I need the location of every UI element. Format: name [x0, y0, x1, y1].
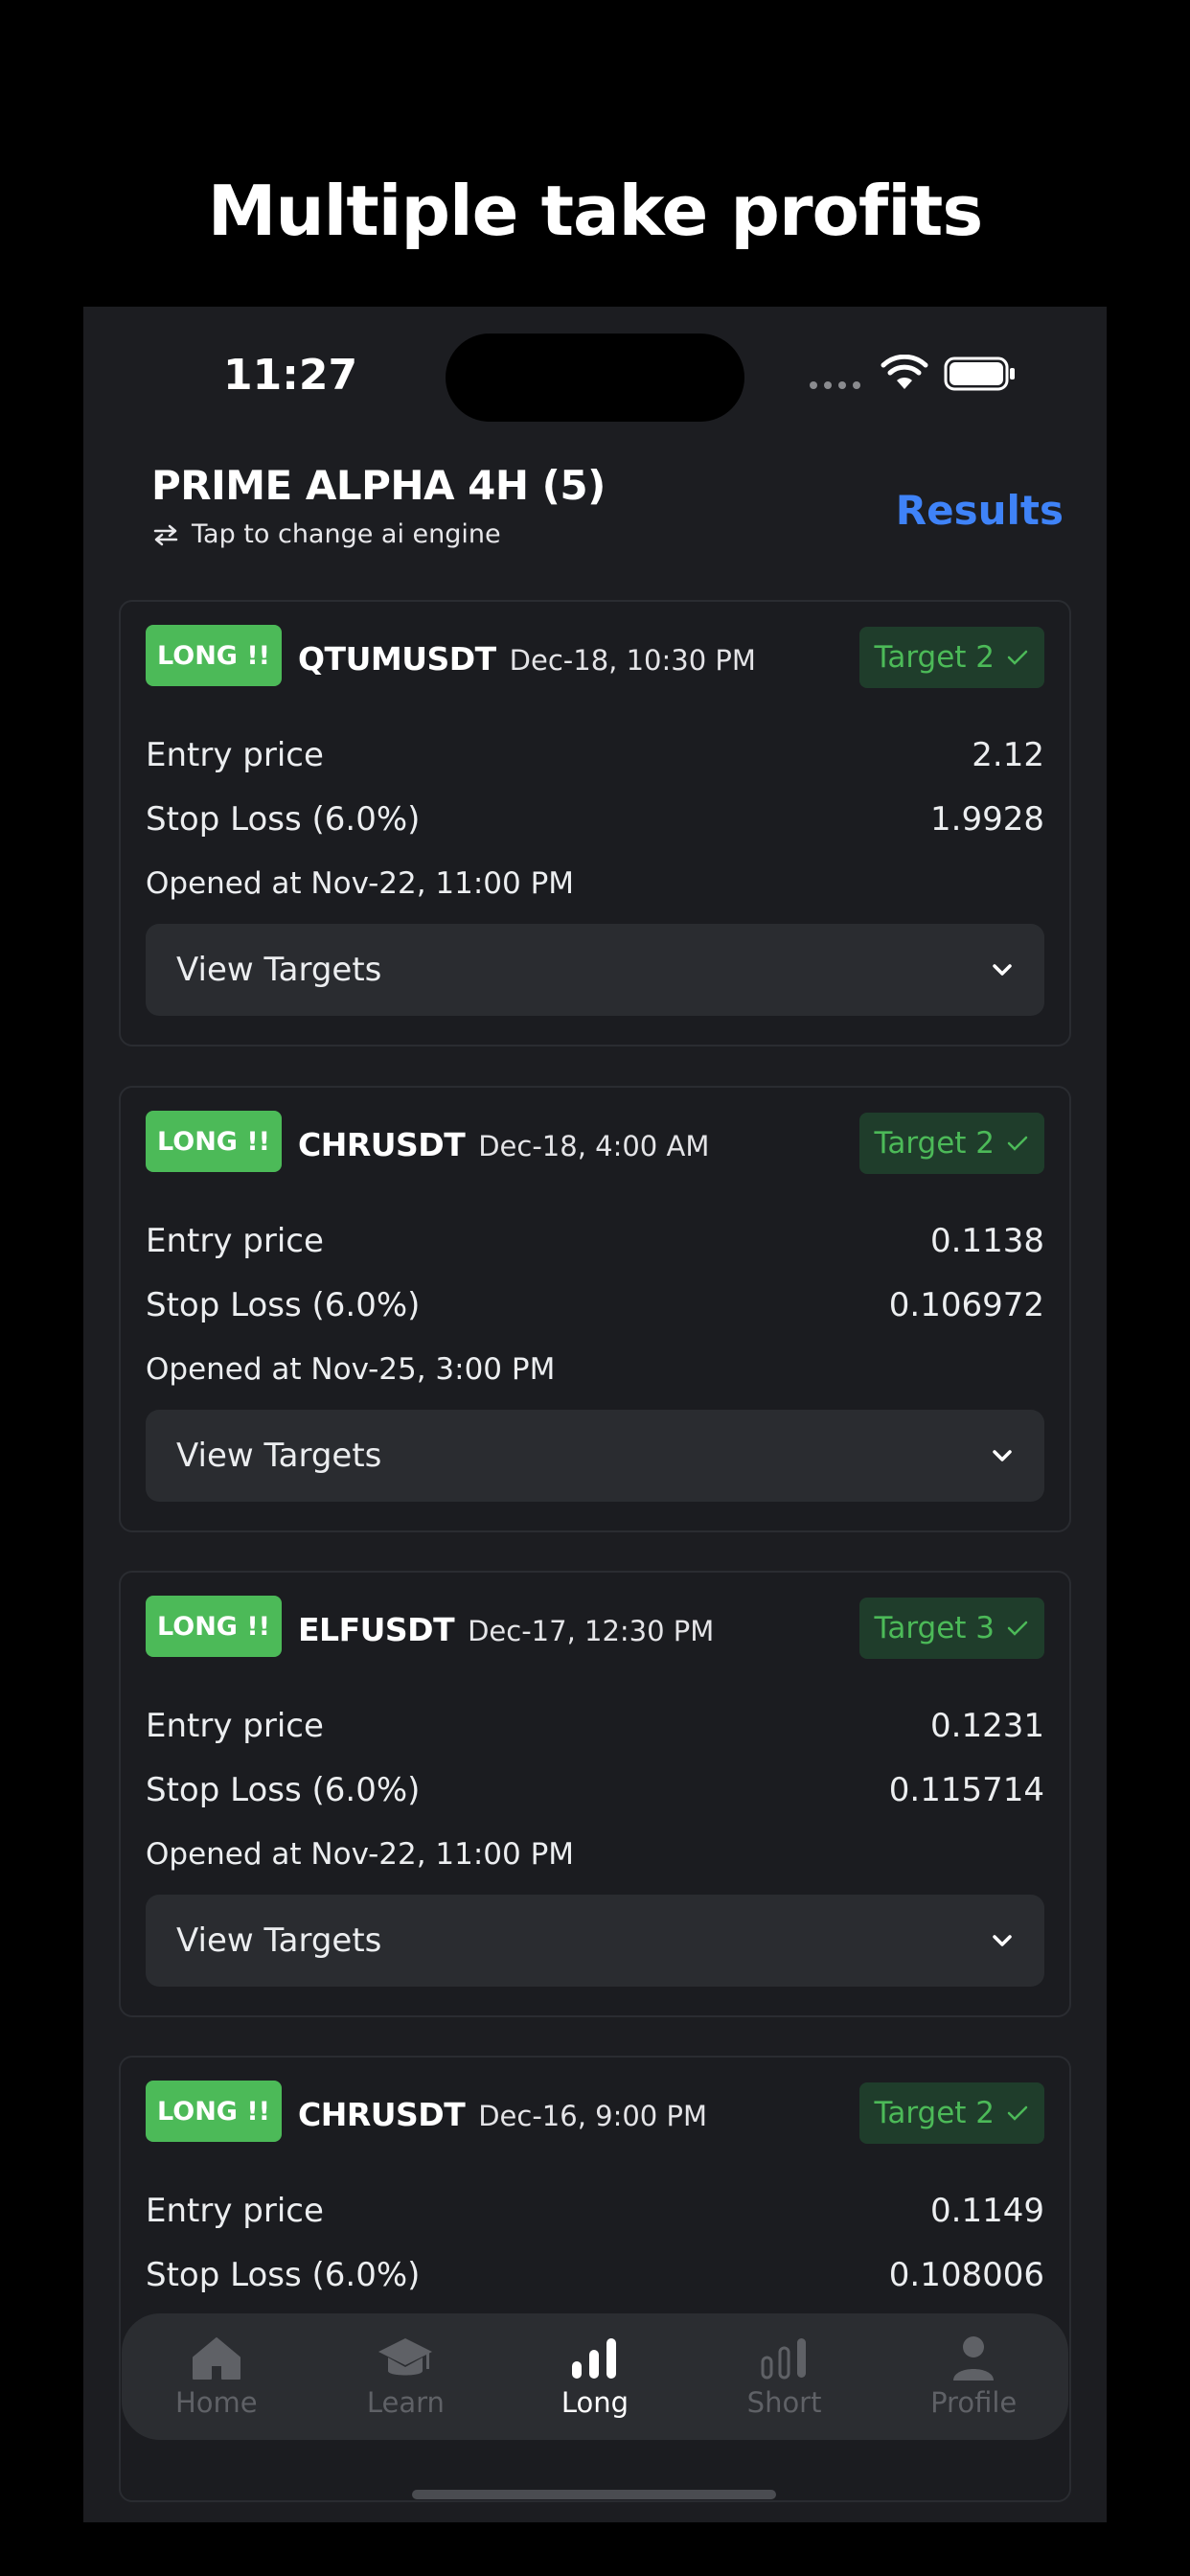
tab-learn[interactable]: Learn	[319, 2334, 492, 2419]
entry-price-row: Entry price 2.12	[146, 736, 1044, 774]
chevron-down-icon	[993, 964, 1012, 976]
signal-date: Dec-18, 4:00 AM	[478, 1130, 710, 1162]
view-targets-button[interactable]: View Targets	[146, 1410, 1044, 1502]
person-icon	[953, 2336, 995, 2380]
signal-card[interactable]: LONG !! CHRUSDT Dec-18, 4:00 AM Target 2 …	[119, 1086, 1071, 1532]
signal-card[interactable]: LONG !! QTUMUSDT Dec-18, 10:30 PM Target …	[119, 600, 1071, 1046]
battery-icon	[944, 356, 1015, 391]
check-icon	[1007, 650, 1028, 665]
tab-profile[interactable]: Profile	[887, 2334, 1060, 2419]
pair-name: QTUMUSDT Dec-18, 10:30 PM	[298, 640, 756, 678]
entry-price-row: Entry price 0.1138	[146, 1222, 1044, 1260]
check-icon	[1007, 2105, 1028, 2121]
check-icon	[1007, 1136, 1028, 1151]
dynamic-island	[446, 334, 744, 422]
target-badge: Target 2	[858, 1113, 1044, 1174]
wifi-icon	[881, 355, 928, 389]
cellular-signal-icon	[810, 381, 860, 389]
opened-at: Opened at Nov-22, 11:00 PM	[146, 1837, 575, 1872]
signal-card[interactable]: LONG !! ELFUSDT Dec-17, 12:30 PM Target 3…	[119, 1571, 1071, 2017]
chevron-down-icon	[993, 1935, 1012, 1946]
chevron-down-icon	[993, 1450, 1012, 1461]
bars-up-icon	[571, 2338, 616, 2379]
long-badge: LONG !!	[146, 1111, 282, 1172]
tab-home[interactable]: Home	[130, 2334, 303, 2419]
stop-loss-row: Stop Loss (6.0%) 0.106972	[146, 1286, 1044, 1324]
phone-screen: 11:27 PRIME ALPHA 4H (5) Tap to change a…	[83, 307, 1107, 2522]
stop-loss-row: Stop Loss (6.0%) 0.115714	[146, 1771, 1044, 1809]
signal-date: Dec-17, 12:30 PM	[468, 1615, 715, 1647]
swap-arrows-icon	[153, 524, 178, 545]
home-icon	[192, 2337, 240, 2380]
tab-bar: Home Learn Long Short Profile	[122, 2313, 1068, 2440]
target-badge: Target 2	[858, 627, 1044, 688]
entry-price-row: Entry price 0.1231	[146, 1707, 1044, 1745]
engine-subtitle: Tap to change ai engine	[192, 519, 501, 549]
tab-long[interactable]: Long	[509, 2334, 681, 2419]
long-badge: LONG !!	[146, 2081, 282, 2142]
bars-down-icon	[761, 2338, 806, 2380]
change-engine-hint[interactable]: Tap to change ai engine	[151, 519, 501, 549]
opened-at: Opened at Nov-22, 11:00 PM	[146, 866, 575, 901]
graduation-cap-icon	[378, 2338, 433, 2376]
target-badge: Target 3	[858, 1598, 1044, 1659]
entry-price-row: Entry price 0.1149	[146, 2192, 1044, 2230]
pair-name: CHRUSDT Dec-16, 9:00 PM	[298, 2096, 707, 2133]
status-time: 11:27	[223, 351, 358, 400]
home-indicator[interactable]	[412, 2490, 776, 2499]
stop-loss-row: Stop Loss (6.0%) 0.108006	[146, 2256, 1044, 2294]
view-targets-button[interactable]: View Targets	[146, 924, 1044, 1016]
target-badge: Target 2	[858, 2082, 1044, 2144]
engine-title[interactable]: PRIME ALPHA 4H (5)	[151, 462, 606, 509]
check-icon	[1007, 1621, 1028, 1636]
view-targets-button[interactable]: View Targets	[146, 1895, 1044, 1987]
results-link[interactable]: Results	[896, 487, 1064, 534]
pair-name: CHRUSDT Dec-18, 4:00 AM	[298, 1126, 710, 1163]
pair-name: ELFUSDT Dec-17, 12:30 PM	[298, 1611, 715, 1648]
signal-date: Dec-18, 10:30 PM	[509, 644, 756, 677]
stop-loss-row: Stop Loss (6.0%) 1.9928	[146, 800, 1044, 839]
signal-date: Dec-16, 9:00 PM	[478, 2100, 707, 2132]
long-badge: LONG !!	[146, 1596, 282, 1657]
opened-at: Opened at Nov-25, 3:00 PM	[146, 1352, 556, 1387]
long-badge: LONG !!	[146, 625, 282, 686]
tab-short[interactable]: Short	[698, 2334, 871, 2419]
headline: Multiple take profits	[207, 171, 983, 251]
